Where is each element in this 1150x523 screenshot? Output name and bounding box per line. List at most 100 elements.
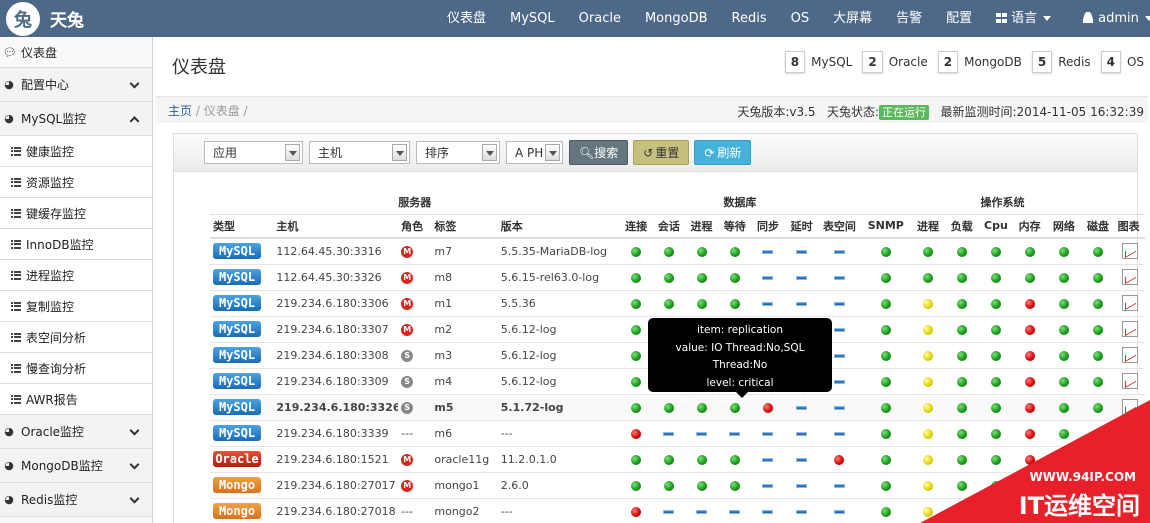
status-ok-icon[interactable] xyxy=(880,350,891,361)
status-na-icon[interactable] xyxy=(833,431,845,436)
status-ok-icon[interactable] xyxy=(631,350,642,361)
order-select[interactable]: A PH xyxy=(506,141,563,164)
nav-user-dropdown[interactable]: admin xyxy=(1063,0,1150,37)
status-ok-icon[interactable] xyxy=(1058,376,1069,387)
status-ok-icon[interactable] xyxy=(696,480,707,491)
status-critical-icon[interactable] xyxy=(1024,350,1035,361)
sidebar-item[interactable]: 健康监控 xyxy=(0,136,152,167)
status-ok-icon[interactable] xyxy=(663,272,674,283)
status-ok-icon[interactable] xyxy=(729,272,740,283)
nav-item[interactable]: 配置 xyxy=(934,0,984,37)
refresh-button[interactable]: ⟳ 刷新 xyxy=(694,140,752,165)
status-ok-icon[interactable] xyxy=(990,350,1001,361)
instance-counter[interactable]: 2 MongoDB xyxy=(937,51,1028,73)
status-na-icon[interactable] xyxy=(762,457,774,462)
sidebar-item[interactable]: 键缓存监控 xyxy=(0,198,152,229)
sidebar-item[interactable]: 慢查询分析 xyxy=(0,353,152,384)
nav-item[interactable]: Oracle xyxy=(567,0,633,37)
status-warning-icon[interactable] xyxy=(923,350,934,361)
chart-icon[interactable] xyxy=(1121,347,1138,363)
status-ok-icon[interactable] xyxy=(956,376,967,387)
status-na-icon[interactable] xyxy=(762,431,774,436)
sidebar-item[interactable]: ◕ 配置中心 xyxy=(0,68,152,102)
status-critical-icon[interactable] xyxy=(1024,298,1035,309)
status-ok-icon[interactable] xyxy=(880,272,891,283)
status-na-icon[interactable] xyxy=(796,301,808,306)
status-ok-icon[interactable] xyxy=(631,246,642,257)
status-na-icon[interactable] xyxy=(833,301,845,306)
chart-icon[interactable] xyxy=(1121,243,1138,260)
status-na-icon[interactable] xyxy=(762,275,774,280)
instance-counter[interactable]: 2 Oracle xyxy=(862,51,933,73)
status-ok-icon[interactable] xyxy=(923,272,934,283)
chart-icon[interactable] xyxy=(1121,295,1138,311)
status-na-icon[interactable] xyxy=(796,509,808,514)
status-ok-icon[interactable] xyxy=(1093,298,1104,309)
sidebar-item[interactable]: 表空间分析 xyxy=(0,322,152,353)
status-ok-icon[interactable] xyxy=(956,298,967,309)
sidebar-item[interactable]: ◕ MongoDB监控 xyxy=(0,449,152,483)
instance-counter[interactable]: 5 Redis xyxy=(1031,51,1097,73)
status-warning-icon[interactable] xyxy=(923,298,934,309)
status-na-icon[interactable] xyxy=(833,379,845,384)
status-ok-icon[interactable] xyxy=(880,480,891,491)
chart-icon[interactable] xyxy=(1121,321,1138,337)
sidebar-item[interactable]: ◕ Oracle监控 xyxy=(0,415,152,449)
sidebar-item[interactable]: ◕ Redis监控 xyxy=(0,483,152,517)
nav-item[interactable]: 大屏幕 xyxy=(821,0,884,37)
reset-button[interactable]: ↺ 重置 xyxy=(633,140,690,165)
status-na-icon[interactable] xyxy=(833,249,845,254)
nav-language-dropdown[interactable]: 语言 xyxy=(984,0,1063,37)
instance-counter[interactable]: 4 OS xyxy=(1100,51,1150,73)
table-row[interactable]: MySQL 219.234.6.180:3306 Mm1 5.5.36 xyxy=(210,290,1145,317)
sort-select[interactable]: 排序 xyxy=(416,141,500,164)
status-ok-icon[interactable] xyxy=(956,350,967,361)
status-ok-icon[interactable] xyxy=(1093,324,1104,335)
status-warning-icon[interactable] xyxy=(923,376,934,387)
sidebar-item[interactable]: AWR报告 xyxy=(0,384,152,415)
status-ok-icon[interactable] xyxy=(880,454,891,465)
status-na-icon[interactable] xyxy=(833,353,845,358)
sidebar-item[interactable]: InnoDB监控 xyxy=(0,229,152,260)
status-ok-icon[interactable] xyxy=(729,298,740,309)
app-select[interactable]: 应用 xyxy=(204,141,303,164)
status-ok-icon[interactable] xyxy=(1093,246,1104,257)
status-ok-icon[interactable] xyxy=(923,246,934,257)
status-na-icon[interactable] xyxy=(729,431,741,436)
status-ok-icon[interactable] xyxy=(631,480,642,491)
status-na-icon[interactable] xyxy=(762,249,774,254)
status-na-icon[interactable] xyxy=(696,431,708,436)
status-ok-icon[interactable] xyxy=(1058,298,1069,309)
status-critical-icon[interactable] xyxy=(834,454,845,465)
status-ok-icon[interactable] xyxy=(631,272,642,283)
status-ok-icon[interactable] xyxy=(696,272,707,283)
status-ok-icon[interactable] xyxy=(1093,350,1104,361)
chart-icon[interactable] xyxy=(1121,269,1138,285)
status-ok-icon[interactable] xyxy=(880,402,891,413)
status-ok-icon[interactable] xyxy=(631,454,642,465)
nav-item[interactable]: OS xyxy=(779,0,821,37)
status-ok-icon[interactable] xyxy=(631,298,642,309)
status-ok-icon[interactable] xyxy=(990,324,1001,335)
status-ok-icon[interactable] xyxy=(1058,272,1069,283)
status-ok-icon[interactable] xyxy=(880,298,891,309)
status-ok-icon[interactable] xyxy=(631,402,642,413)
status-na-icon[interactable] xyxy=(833,275,845,280)
search-button[interactable]: 🔍︎ 搜索 xyxy=(569,140,629,165)
status-critical-icon[interactable] xyxy=(1024,376,1035,387)
status-ok-icon[interactable] xyxy=(956,246,967,257)
status-ok-icon[interactable] xyxy=(990,272,1001,283)
status-ok-icon[interactable] xyxy=(880,376,891,387)
status-na-icon[interactable] xyxy=(796,431,808,436)
status-na-icon[interactable] xyxy=(762,509,774,514)
status-na-icon[interactable] xyxy=(796,249,808,254)
chart-icon[interactable] xyxy=(1121,373,1138,389)
host-select[interactable]: 主机 xyxy=(309,141,410,164)
status-na-icon[interactable] xyxy=(833,509,845,514)
status-na-icon[interactable] xyxy=(729,509,741,514)
status-na-icon[interactable] xyxy=(696,509,708,514)
status-ok-icon[interactable] xyxy=(956,324,967,335)
status-warning-icon[interactable] xyxy=(923,324,934,335)
status-ok-icon[interactable] xyxy=(729,454,740,465)
nav-item[interactable]: MongoDB xyxy=(633,0,720,37)
